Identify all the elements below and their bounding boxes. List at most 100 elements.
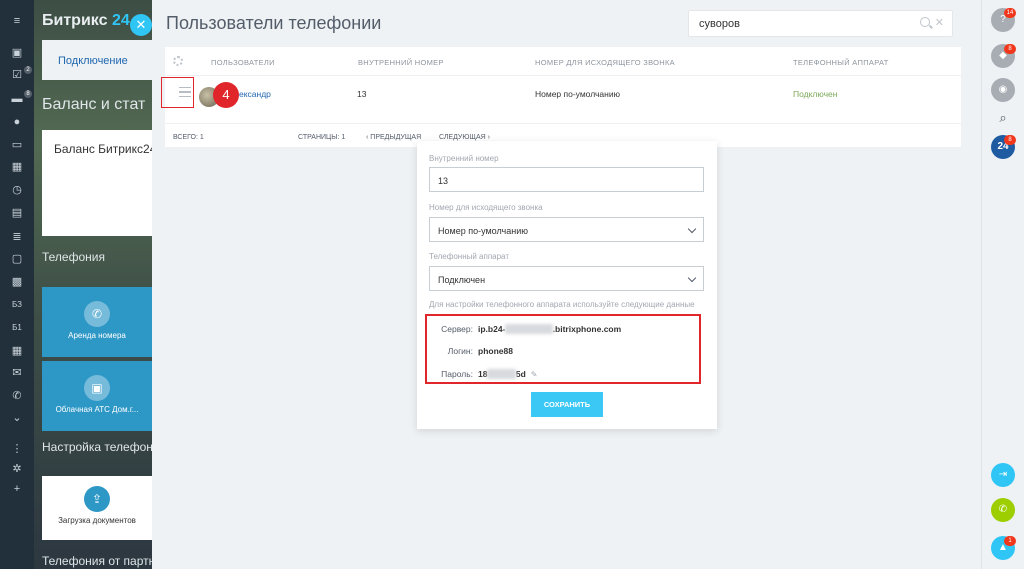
crm-icon[interactable]: ●	[10, 115, 24, 129]
close-icon: ✕	[135, 17, 147, 32]
internal-number-label: Внутренний номер	[429, 154, 499, 163]
search-input[interactable]	[689, 11, 909, 36]
gear-icon[interactable]	[173, 56, 183, 66]
search-box: ✕	[688, 10, 953, 37]
phone-pin-icon: ✆	[84, 301, 110, 327]
academy-badge: 1	[1004, 536, 1016, 546]
calendar-icon[interactable]: ▦	[10, 160, 24, 174]
device-label: Телефонный аппарат	[429, 252, 509, 261]
save-button[interactable]: Сохранить	[531, 392, 603, 417]
news-icon[interactable]: ▣	[10, 46, 24, 60]
bg-balance-card: Баланс Битрикс24	[42, 130, 154, 236]
close-slider-button[interactable]: ✕	[130, 14, 152, 36]
col-outgoing[interactable]: Номер для исходящего звонка	[535, 58, 675, 67]
prev-page-label: Предыдущая	[370, 134, 422, 141]
menu-icon[interactable]: ≡	[10, 14, 24, 28]
password-suffix: 5d	[515, 369, 526, 379]
folder-icon[interactable]: ▢	[10, 252, 24, 266]
device-select[interactable]: Подключен	[429, 266, 704, 291]
chevron-down-icon	[687, 273, 697, 283]
telephony-users-slider: Пользователи телефонии ✕ Пользователи Вн…	[152, 0, 981, 569]
b1-icon[interactable]: Б1	[10, 321, 24, 335]
bg-tile-rent-label: Аренда номера	[68, 331, 126, 340]
step-marker: 4	[213, 82, 239, 108]
outgoing-select[interactable]: Номер по-умолчанию	[429, 217, 704, 242]
chevron-down-icon	[687, 224, 697, 234]
internal-number-field[interactable]: 13	[429, 167, 704, 192]
server-label: Сервер:	[441, 324, 473, 334]
password-label: Пароль:	[441, 369, 473, 379]
kb-icon[interactable]: БЗ	[10, 298, 24, 312]
task-badge: 2	[24, 66, 32, 74]
bg-balance-card-title: Баланс Битрикс24	[54, 142, 154, 156]
user-name-link[interactable]: ександр	[239, 89, 271, 99]
box-icon: ▣	[84, 375, 110, 401]
sites-icon[interactable]: ▤	[10, 206, 24, 220]
bitrix24-badge: 8	[1004, 135, 1016, 145]
right-panel: ? 14 ◆ 8 ◉ ⌕ 24 8 ⇥ ✆ ▲ 1	[981, 0, 1024, 569]
credentials-highlight: Сервер: ip.b24-0000000000.bitrixphone.co…	[425, 314, 701, 384]
photo-icon[interactable]: ▩	[10, 275, 24, 289]
bg-heading-settings: Настройка телефон	[42, 440, 153, 454]
help-badge: 14	[1004, 8, 1016, 18]
bg-tile-upload-docs[interactable]: ⇪ Загрузка документов	[42, 476, 152, 540]
search-icon[interactable]	[920, 17, 930, 27]
bg-tile-rent-number[interactable]: ✆ Аренда номера	[42, 287, 152, 357]
page-title: Пользователи телефонии	[166, 13, 382, 33]
password-blurred: 000000	[487, 369, 516, 379]
server-value: ip.b24-0000000000.bitrixphone.com	[478, 324, 621, 334]
bg-heading-telephony: Телефония	[42, 250, 105, 264]
settings-icon[interactable]: ✲	[10, 462, 24, 476]
chat-bubble-icon[interactable]: ◉	[991, 78, 1015, 102]
bg-tab-connection[interactable]: Подключение	[42, 40, 154, 80]
clear-search-icon[interactable]: ✕	[935, 16, 944, 29]
task-icon[interactable]: ☑	[10, 68, 24, 82]
logo-number: 24	[111, 12, 130, 29]
call-icon[interactable]: ✆	[991, 498, 1015, 522]
open-lines-icon[interactable]: ⇥	[991, 463, 1015, 487]
login-label: Логин:	[447, 346, 473, 356]
outgoing-label: Номер для исходящего звонка	[429, 203, 543, 212]
app-sidebar: ≡ ▣ ☑ 2 ▬ 8 ● ▭ ▦ ◷ ▤ ≣ ▢ ▩ БЗ Б1 ▦ ✉ ✆ …	[0, 0, 34, 569]
prev-page-link[interactable]: ‹ Предыдущая	[366, 134, 421, 141]
col-internal-number[interactable]: Внутренний номер	[358, 58, 444, 67]
server-suffix: .bitrixphone.com	[552, 324, 622, 334]
bg-tile-cloud-pbx[interactable]: ▣ Облачная АТС Дом.г...	[42, 361, 152, 431]
bg-tile-upload-label: Загрузка документов	[58, 516, 136, 525]
grid-header: Пользователи Внутренний номер Номер для …	[165, 47, 961, 76]
filter-icon[interactable]: ≣	[10, 230, 24, 244]
server-prefix: ip.b24-	[478, 324, 506, 334]
next-page-label: Следующая	[439, 134, 486, 141]
device-select-value: Подключен	[438, 275, 486, 285]
upload-icon: ⇪	[84, 486, 110, 512]
dots-icon[interactable]: ⋮	[10, 442, 24, 456]
outgoing-select-value: Номер по-умолчанию	[438, 226, 528, 236]
col-users[interactable]: Пользователи	[211, 58, 275, 67]
bg-heading-balance: Баланс и стат	[42, 96, 146, 113]
bg-tile-cloud-label: Облачная АТС Дом.г...	[55, 405, 139, 414]
cell-internal-number: 13	[357, 89, 367, 99]
cell-outgoing: Номер по-умолчанию	[535, 89, 620, 99]
bell-badge: 8	[1004, 44, 1016, 54]
more-icon[interactable]: ⌄	[10, 411, 24, 425]
table-row: 13 Номер по-умолчанию Подключен	[165, 77, 961, 121]
col-phone-device[interactable]: Телефонный аппарат	[793, 58, 889, 67]
next-page-link[interactable]: Следующая ›	[439, 134, 490, 141]
chat-badge: 8	[24, 90, 32, 98]
bg-heading-partners: Телефония от партн	[42, 554, 154, 568]
password-value: 180000005d ✎	[478, 369, 537, 379]
apps-icon[interactable]: ▦	[10, 344, 24, 358]
phone-icon[interactable]: ✆	[10, 389, 24, 403]
portal-logo: Битрикс 24	[42, 12, 130, 30]
edit-user-popup: Внутренний номер 13 Номер для исходящего…	[417, 141, 717, 429]
clock-icon[interactable]: ◷	[10, 183, 24, 197]
drive-icon[interactable]: ▭	[10, 138, 24, 152]
add-icon[interactable]: +	[10, 482, 24, 496]
pencil-icon[interactable]: ✎	[531, 370, 538, 379]
password-prefix: 18	[478, 369, 488, 379]
mail-icon[interactable]: ✉	[10, 366, 24, 380]
search-panel-icon[interactable]: ⌕	[991, 106, 1015, 130]
cell-phone-device: Подключен	[793, 89, 838, 99]
pages-label: Страницы: 1	[298, 134, 346, 141]
chat-icon[interactable]: ▬	[10, 92, 24, 106]
